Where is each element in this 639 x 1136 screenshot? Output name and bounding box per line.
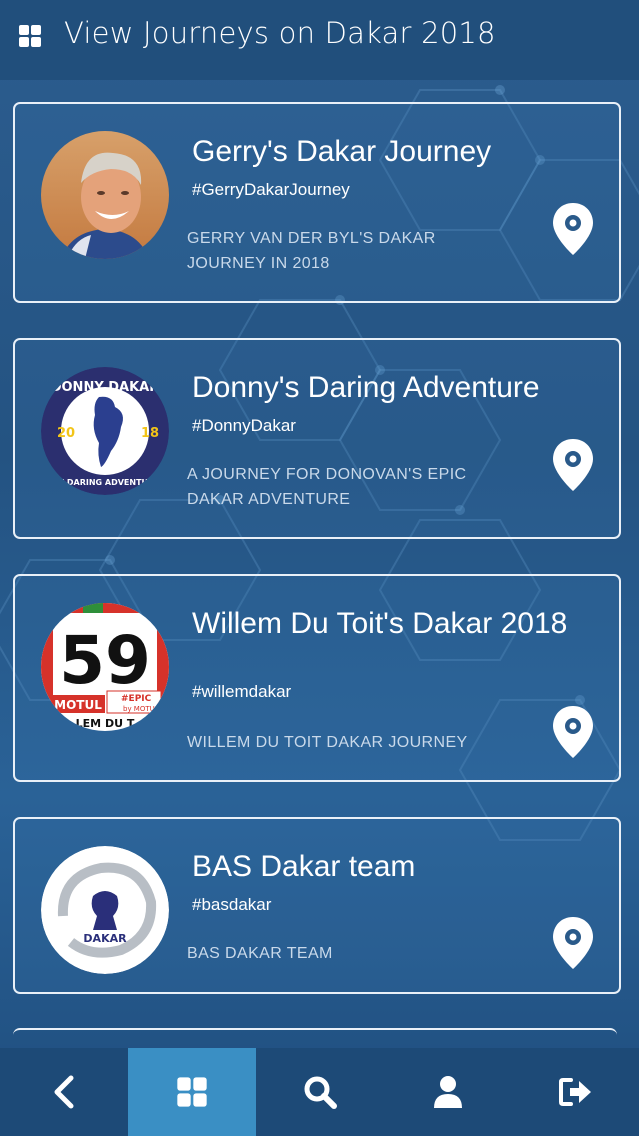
avatar: 59 MOTUL #EPIC by MOTUL LEM DU T	[41, 603, 169, 731]
avatar: DONNY DAKAR 20 18 MY DARING ADVENTURE	[41, 367, 169, 495]
donny-dakar-logo: DONNY DAKAR 20 18 MY DARING ADVENTURE	[41, 367, 169, 495]
journeys-nav-button[interactable]	[128, 1048, 256, 1136]
sponsor-text: MOTUL	[54, 698, 102, 712]
logo-top-text: DONNY DAKAR	[51, 380, 160, 395]
logout-icon	[559, 1078, 591, 1106]
user-icon	[434, 1076, 462, 1108]
journey-title: Donny's Daring Adventure	[192, 371, 540, 404]
journey-card[interactable]: Gerry's Dakar Journey #GerryDakarJourney…	[13, 102, 621, 303]
journey-description: GERRY VAN DER BYL'S DAKAR JOURNEY IN 201…	[187, 230, 436, 272]
dakar-logo: DAKAR	[41, 846, 169, 974]
journey-card[interactable]: DAKAR BAS Dakar team #basdakar BAS DAKAR…	[13, 817, 621, 994]
logo-left-text: 20	[57, 426, 75, 441]
search-icon	[304, 1076, 337, 1109]
page-title: View Journeys on Dakar 2018	[64, 16, 496, 50]
profile-button[interactable]	[384, 1048, 512, 1136]
epic-text: #EPIC	[121, 694, 152, 704]
journey-card[interactable]: 59 MOTUL #EPIC by MOTUL LEM DU T Willem …	[13, 574, 621, 782]
by-motul-text: by MOTUL	[123, 705, 159, 713]
journey-title: Gerry's Dakar Journey	[192, 135, 492, 168]
top-header: View Journeys on Dakar 2018	[0, 0, 639, 80]
search-button[interactable]	[256, 1048, 384, 1136]
map-pin-icon[interactable]	[551, 704, 595, 760]
bottom-navigation	[0, 1048, 639, 1136]
journey-title: Willem Du Toit's Dakar 2018	[192, 607, 568, 640]
name-strip-text: LEM DU T	[76, 717, 135, 730]
journey-hashtag: #DonnyDakar	[192, 416, 296, 435]
journey-hashtag: #willemdakar	[192, 682, 292, 701]
race-number-59: 59 MOTUL #EPIC by MOTUL LEM DU T	[41, 603, 169, 731]
journey-description: BAS DAKAR TEAM	[187, 945, 333, 962]
journey-description: A JOURNEY FOR DONOVAN'S EPIC DAKAR ADVEN…	[187, 466, 467, 508]
journey-card[interactable]: DONNY DAKAR 20 18 MY DARING ADVENTURE Do…	[13, 338, 621, 539]
avatar	[41, 131, 169, 259]
map-pin-icon[interactable]	[551, 915, 595, 971]
logout-button[interactable]	[512, 1048, 639, 1136]
map-pin-icon[interactable]	[551, 201, 595, 257]
race-number: 59	[59, 622, 151, 699]
grid-icon[interactable]	[18, 24, 42, 48]
back-button[interactable]	[0, 1048, 128, 1136]
dakar-brand-text: DAKAR	[83, 932, 127, 945]
portrait-photo	[41, 131, 169, 259]
journey-hashtag: #GerryDakarJourney	[192, 180, 350, 199]
grid-icon	[177, 1077, 207, 1107]
avatar: DAKAR	[41, 846, 169, 974]
chevron-left-icon	[54, 1075, 74, 1109]
journey-hashtag: #basdakar	[192, 895, 272, 914]
map-pin-icon[interactable]	[551, 437, 595, 493]
logo-right-text: 18	[141, 426, 159, 441]
logo-bottom-text: MY DARING ADVENTURE	[50, 478, 159, 487]
journey-title: BAS Dakar team	[192, 850, 416, 883]
journey-description: WILLEM DU TOIT DAKAR JOURNEY	[187, 734, 468, 751]
